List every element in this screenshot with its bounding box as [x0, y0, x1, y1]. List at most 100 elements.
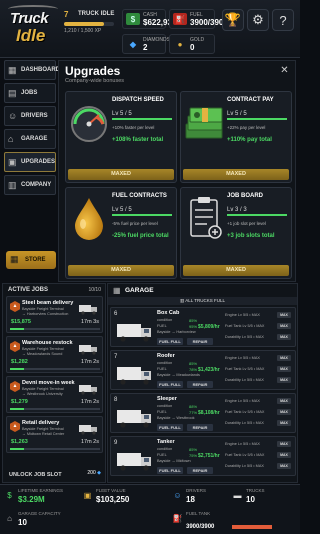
condition-value: 85%: [189, 361, 198, 366]
upgrade-maxed-button[interactable]: MAXED: [68, 265, 174, 276]
durability-max-button[interactable]: MAX: [277, 463, 291, 469]
job-item[interactable]: ▲ Warehouse restock Bayside Freight Term…: [6, 336, 103, 373]
durability-max-button[interactable]: MAX: [277, 377, 291, 383]
active-jobs-panel: ACTIVE JOBS 10/10 ▲ Steel beam delivery …: [2, 283, 106, 483]
gear-icon: ⚙: [252, 12, 264, 27]
store-button[interactable]: ▦ STORE: [6, 251, 56, 269]
fuel-label: FUEL: [157, 324, 167, 328]
fuel-tank-upgrade: Fuel Tank Lv 5/5 • MAX: [225, 453, 265, 457]
fuel-tank-upgrade: Fuel Tank Lv 5/5 • MAX: [225, 367, 265, 371]
fuel-tank-upgrade: Fuel Tank Lv 5/5 • MAX: [225, 410, 265, 414]
durability-upgrade: Durability Lv 5/5 • MAX: [225, 464, 264, 468]
garage-panel: ▦ GARAGE ▥ ALL TRUCKS FULL 6 Box Cab con…: [107, 283, 298, 483]
fuel-full-button[interactable]: FUEL FULL: [157, 338, 183, 345]
fleet-value-value: $103,250: [96, 495, 130, 504]
box-truck-icon: [117, 367, 151, 385]
engine-max-button[interactable]: MAX: [277, 441, 291, 447]
job-progress: [10, 328, 100, 330]
xp-bar-fill: [64, 22, 104, 26]
job-title: Warehouse restock: [22, 340, 73, 346]
nav-jobs[interactable]: ▤ JOBS: [4, 83, 56, 103]
upgrade-total: -25% fuel price total: [112, 233, 169, 239]
job-progress: [10, 448, 100, 450]
fuel-full-button[interactable]: FUEL FULL: [157, 381, 183, 388]
trucks-label: TRUCKS: [246, 488, 265, 493]
settings-button[interactable]: ⚙: [247, 9, 269, 31]
repair-button[interactable]: REPAIR: [187, 467, 213, 474]
fuel-drop-icon: [75, 198, 103, 240]
fuel-tank-max-button[interactable]: MAX: [277, 323, 291, 329]
upgrade-maxed-button[interactable]: MAXED: [183, 169, 289, 180]
unlock-job-slot-button[interactable]: UNLOCK JOB SLOT: [9, 472, 62, 478]
lifetime-earnings-value: $3.29M: [18, 495, 45, 504]
fuel-pump-icon: ⛽: [173, 13, 187, 25]
nav-garage[interactable]: ⌂ GARAGE: [4, 129, 56, 149]
close-button[interactable]: ✕: [278, 64, 291, 77]
job-badge-icon: ▲: [10, 341, 20, 352]
fuel-tank-max-button[interactable]: MAX: [277, 452, 291, 458]
upgrade-level: Lv 5 / 5: [112, 111, 132, 117]
garage-icon: ▦: [113, 286, 121, 295]
slot-number: 8: [114, 397, 118, 403]
nav-dashboard[interactable]: ▦ DASHBOARD: [4, 60, 60, 80]
repair-button[interactable]: REPAIR: [187, 381, 213, 388]
fuel-tank-stat: ⛽ FUEL TANK 3900/3900: [172, 511, 292, 531]
upgrade-progress-fill: [227, 214, 287, 216]
repair-button[interactable]: REPAIR: [187, 338, 213, 345]
condition-label: condition: [157, 404, 173, 408]
durability-upgrade: Durability Lv 5/5 • MAX: [225, 421, 264, 425]
garage-slot[interactable]: 7 Roofer condition 85% FUEL 78% Bayside …: [110, 350, 296, 390]
upgrade-maxed-button[interactable]: MAXED: [68, 169, 174, 180]
job-destination: → Harborview Construction: [22, 312, 69, 316]
job-item[interactable]: ▲ Steel beam delivery Bayside Freight Te…: [6, 296, 103, 333]
durability-max-button[interactable]: MAX: [277, 420, 291, 426]
engine-max-button[interactable]: MAX: [277, 312, 291, 318]
garage-status-text: ALL TRUCKS FULL: [185, 298, 226, 303]
fleet-value-label: FLEET VALUE: [96, 488, 126, 493]
fuel-value: 75%: [189, 453, 198, 458]
engine-upgrade: Engine Lv 5/5 • MAX: [225, 356, 260, 360]
garage-capacity-label: GARAGE CAPACITY: [18, 511, 61, 516]
garage-slot[interactable]: 9 Tanker condition 85% FUEL 75% Bayside …: [110, 436, 296, 476]
durability-max-button[interactable]: MAX: [277, 334, 291, 340]
fuel-value: 3900/390: [190, 18, 224, 27]
upgrades-subtitle: Company-wide bonuses: [65, 78, 125, 84]
fuel-full-button[interactable]: FUEL FULL: [157, 467, 183, 474]
help-button[interactable]: ?: [272, 9, 294, 31]
repair-button[interactable]: REPAIR: [187, 424, 213, 431]
engine-max-button[interactable]: MAX: [277, 355, 291, 361]
garage-slot[interactable]: 6 Box Cab condition 85% FUEL 95% Bayside…: [110, 307, 296, 347]
garage-slot[interactable]: 8 Sleeper condition 88% FUEL 77% Bayside…: [110, 393, 296, 433]
drivers-stat: ☺ DRIVERS 18: [172, 488, 222, 508]
truck-name: Sleeper: [157, 396, 177, 402]
jobs-icon: ▤: [8, 88, 17, 98]
diamond-icon: ◆: [129, 39, 137, 49]
top-bar: Truck Idle 7 TRUCK IDLE 1,210 / 1,500 XP…: [0, 0, 300, 58]
job-title: Steel beam delivery: [22, 300, 74, 306]
job-item[interactable]: ▲ Retail delivery Bayside Freight Termin…: [6, 416, 103, 453]
fuel-tank-max-button[interactable]: MAX: [277, 366, 291, 372]
fuel-tank-max-button[interactable]: MAX: [277, 409, 291, 415]
upgrade-maxed-button[interactable]: MAXED: [183, 265, 289, 276]
speedometer-icon: [71, 106, 107, 142]
garage-icon: ⌂: [7, 514, 12, 523]
nav-drivers[interactable]: ☺ DRIVERS: [4, 106, 56, 126]
fuel-row: FUEL: [157, 453, 167, 457]
nav-upgrades[interactable]: ▣ UPGRADES: [4, 152, 56, 172]
upgrade-name: DISPATCH SPEED: [112, 97, 164, 103]
gold-stat: ● GOLD 0: [169, 34, 215, 54]
job-item[interactable]: ▲ Devni move-in week Bayside Freight Ter…: [6, 376, 103, 413]
fuel-value: 78%: [189, 367, 198, 372]
dashboard-icon: ▦: [8, 65, 17, 75]
job-progress-fill: [10, 368, 24, 370]
upgrade-per-level: +1 job slot per level: [227, 221, 266, 226]
trophy-button[interactable]: 🏆: [222, 9, 244, 31]
fuel-full-button[interactable]: FUEL FULL: [157, 424, 183, 431]
engine-max-button[interactable]: MAX: [277, 398, 291, 404]
durability-upgrade: Durability Lv 5/5 • MAX: [225, 335, 264, 339]
upgrade-progress: [112, 118, 172, 120]
nav-company[interactable]: ▥ COMPANY: [4, 175, 56, 195]
drivers-label: DRIVERS: [186, 488, 207, 493]
gold-value: 0: [190, 43, 195, 52]
upgrade-progress: [227, 118, 287, 120]
